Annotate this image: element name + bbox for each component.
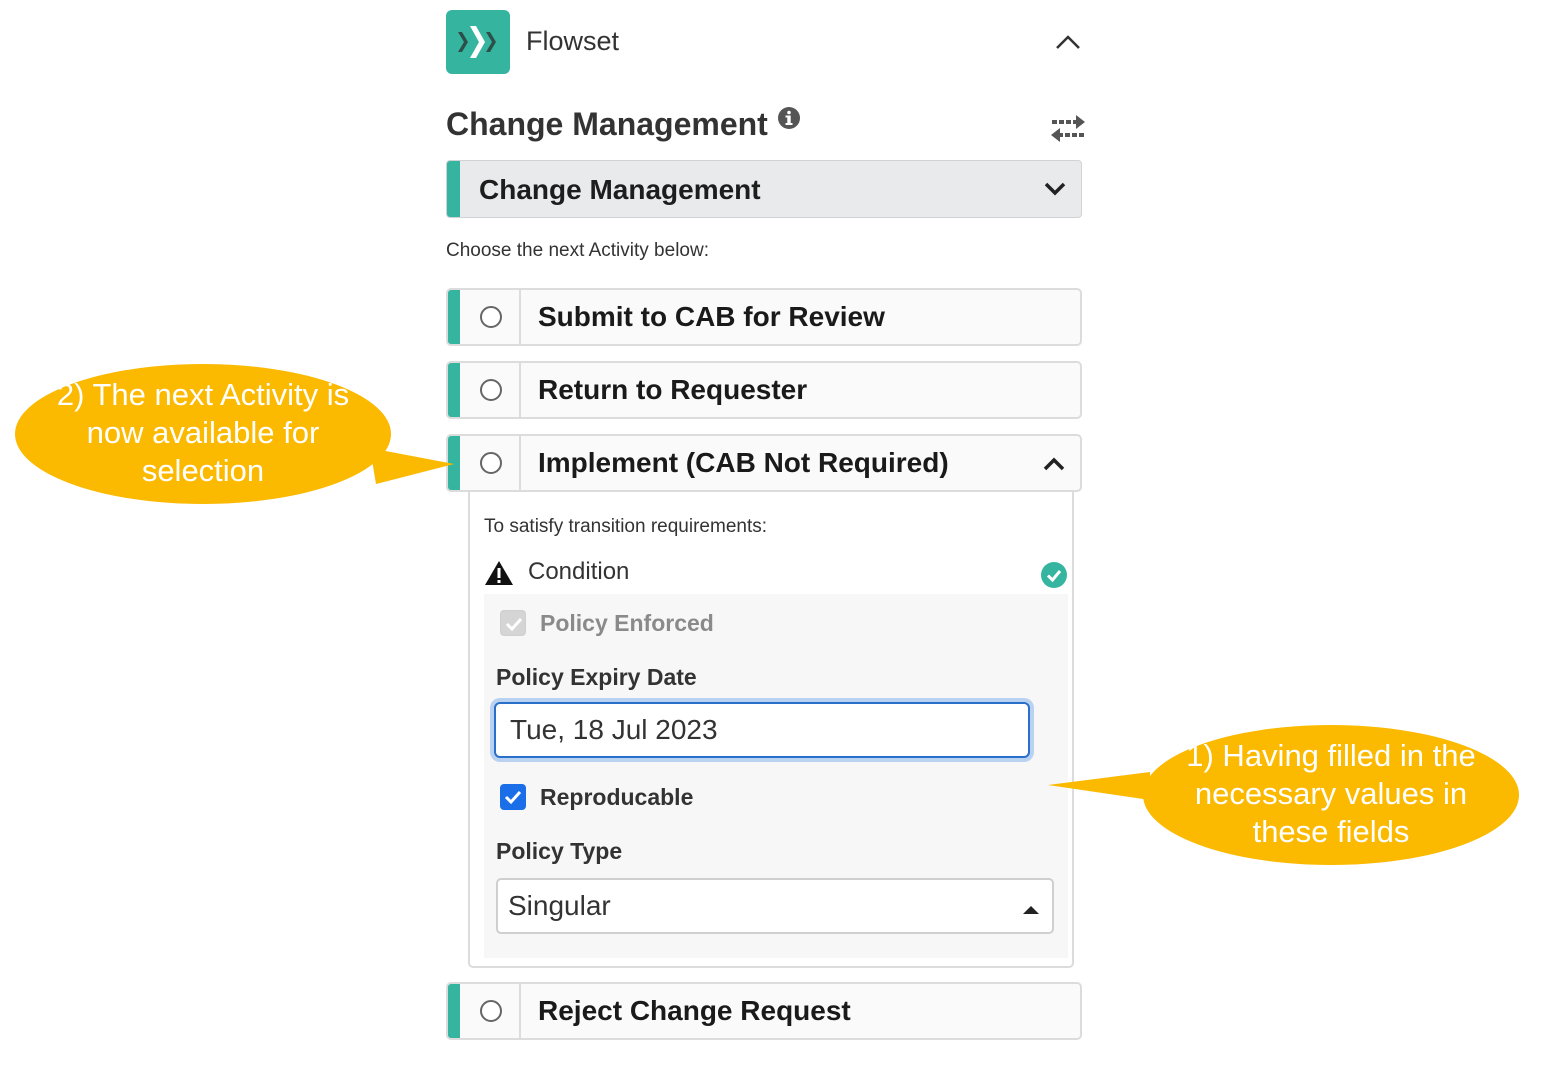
callout-left-line: 2) The next Activity is — [56, 377, 350, 412]
callout-left-line: selection — [141, 453, 265, 488]
callout-shapes — [15, 364, 1519, 865]
callout-left-text: 2) The next Activity is now available fo… — [30, 376, 376, 490]
callout-right-line: necessary values in — [1194, 776, 1468, 811]
callout-right-line: 1) Having filled in the — [1186, 738, 1476, 773]
callout-left-line: now available for — [86, 415, 320, 450]
callout-right-line: these fields — [1252, 814, 1410, 849]
callout-right-text: 1) Having filled in the necessary values… — [1158, 737, 1504, 851]
